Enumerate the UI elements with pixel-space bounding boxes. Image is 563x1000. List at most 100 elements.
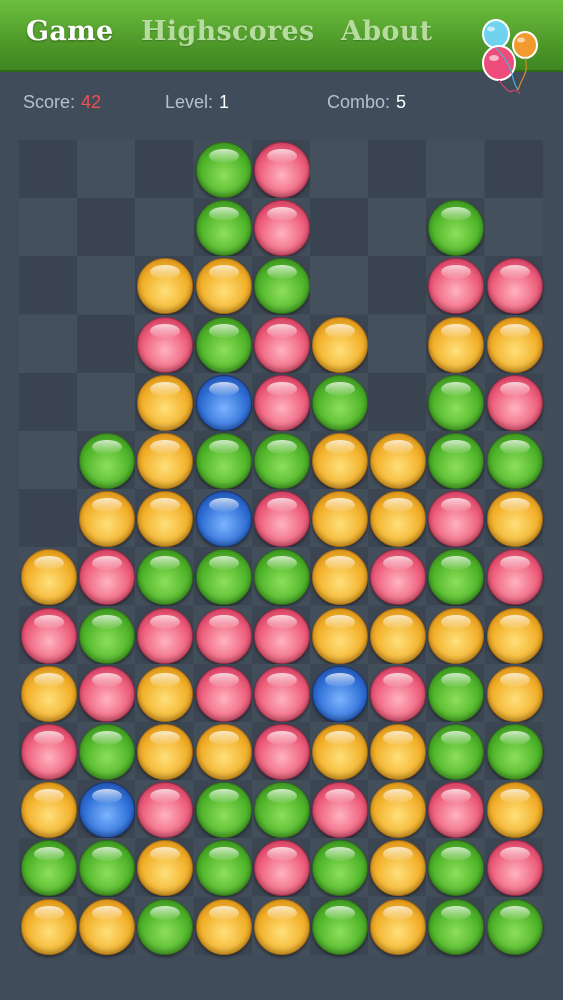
- green-ball[interactable]: [428, 898, 485, 955]
- board-cell[interactable]: [193, 140, 252, 198]
- board-cell[interactable]: [135, 256, 194, 315]
- green-ball[interactable]: [137, 549, 194, 606]
- orange-ball[interactable]: [312, 724, 368, 780]
- board-cell[interactable]: [310, 605, 368, 664]
- green-ball[interactable]: [312, 898, 368, 955]
- board-cell[interactable]: [484, 489, 543, 548]
- orange-ball[interactable]: [195, 724, 252, 780]
- board-cell[interactable]: [77, 489, 136, 548]
- board-cell[interactable]: [426, 431, 485, 489]
- board-cell[interactable]: [251, 663, 310, 722]
- board-cell[interactable]: [77, 431, 136, 489]
- board-cell[interactable]: [135, 780, 194, 839]
- board-cell[interactable]: [193, 605, 252, 664]
- board-cell[interactable]: [19, 547, 77, 606]
- board-cell[interactable]: [426, 722, 485, 780]
- orange-ball[interactable]: [370, 782, 427, 839]
- board-cell[interactable]: [251, 780, 310, 839]
- green-ball[interactable]: [312, 374, 368, 431]
- pink-ball[interactable]: [486, 258, 543, 315]
- green-ball[interactable]: [79, 840, 136, 897]
- board-cell[interactable]: [193, 663, 252, 722]
- green-ball[interactable]: [253, 549, 310, 606]
- pink-ball[interactable]: [428, 491, 485, 548]
- board-cell[interactable]: [251, 547, 310, 606]
- tab-game[interactable]: Game: [26, 16, 114, 47]
- board-cell[interactable]: [193, 256, 252, 315]
- board-cell[interactable]: [484, 256, 543, 315]
- pink-ball[interactable]: [370, 665, 427, 722]
- orange-ball[interactable]: [137, 258, 194, 315]
- green-ball[interactable]: [79, 724, 136, 780]
- board-cell[interactable]: [310, 314, 368, 373]
- orange-ball[interactable]: [21, 898, 77, 955]
- pink-ball[interactable]: [428, 258, 485, 315]
- board-cell[interactable]: [251, 896, 310, 955]
- board-cell[interactable]: [19, 605, 77, 664]
- board-cell[interactable]: [368, 780, 427, 839]
- orange-ball[interactable]: [195, 258, 252, 315]
- board-cell[interactable]: [193, 722, 252, 780]
- board-cell[interactable]: [77, 838, 136, 897]
- green-ball[interactable]: [312, 840, 368, 897]
- orange-ball[interactable]: [486, 316, 543, 373]
- orange-ball[interactable]: [21, 665, 77, 722]
- orange-ball[interactable]: [137, 724, 194, 780]
- green-ball[interactable]: [486, 433, 543, 489]
- pink-ball[interactable]: [79, 549, 136, 606]
- board-cell[interactable]: [310, 547, 368, 606]
- board-cell[interactable]: [368, 663, 427, 722]
- orange-ball[interactable]: [312, 549, 368, 606]
- board-cell[interactable]: [426, 547, 485, 606]
- board-cell[interactable]: [77, 663, 136, 722]
- board-cell[interactable]: [135, 605, 194, 664]
- orange-ball[interactable]: [428, 316, 485, 373]
- orange-ball[interactable]: [428, 607, 485, 664]
- board-cell[interactable]: [426, 314, 485, 373]
- pink-ball[interactable]: [486, 840, 543, 897]
- pink-ball[interactable]: [253, 316, 310, 373]
- green-ball[interactable]: [428, 549, 485, 606]
- board-cell[interactable]: [251, 314, 310, 373]
- orange-ball[interactable]: [370, 607, 427, 664]
- pink-ball[interactable]: [195, 665, 252, 722]
- green-ball[interactable]: [428, 374, 485, 431]
- pink-ball[interactable]: [253, 200, 310, 257]
- green-ball[interactable]: [195, 142, 252, 198]
- green-ball[interactable]: [486, 898, 543, 955]
- board-cell[interactable]: [368, 838, 427, 897]
- board-cell[interactable]: [426, 489, 485, 548]
- board-cell[interactable]: [426, 838, 485, 897]
- green-ball[interactable]: [21, 840, 77, 897]
- pink-ball[interactable]: [21, 724, 77, 780]
- board-cell[interactable]: [484, 780, 543, 839]
- pink-ball[interactable]: [79, 665, 136, 722]
- pink-ball[interactable]: [428, 782, 485, 839]
- orange-ball[interactable]: [370, 433, 427, 489]
- pink-ball[interactable]: [253, 607, 310, 664]
- board-cell[interactable]: [484, 722, 543, 780]
- board-cell[interactable]: [77, 896, 136, 955]
- green-ball[interactable]: [195, 840, 252, 897]
- board-cell[interactable]: [251, 489, 310, 548]
- board-cell[interactable]: [193, 780, 252, 839]
- board-cell[interactable]: [77, 605, 136, 664]
- green-ball[interactable]: [428, 433, 485, 489]
- green-ball[interactable]: [428, 724, 485, 780]
- orange-ball[interactable]: [137, 374, 194, 431]
- orange-ball[interactable]: [79, 491, 136, 548]
- pink-ball[interactable]: [253, 724, 310, 780]
- board-cell[interactable]: [484, 547, 543, 606]
- board-cell[interactable]: [310, 372, 368, 431]
- board-cell[interactable]: [484, 431, 543, 489]
- orange-ball[interactable]: [195, 898, 252, 955]
- green-ball[interactable]: [79, 607, 136, 664]
- blue-ball[interactable]: [195, 374, 252, 431]
- board-cell[interactable]: [251, 838, 310, 897]
- board-cell[interactable]: [484, 372, 543, 431]
- board-cell[interactable]: [193, 489, 252, 548]
- orange-ball[interactable]: [21, 549, 77, 606]
- green-ball[interactable]: [195, 433, 252, 489]
- pink-ball[interactable]: [253, 665, 310, 722]
- green-ball[interactable]: [79, 433, 136, 489]
